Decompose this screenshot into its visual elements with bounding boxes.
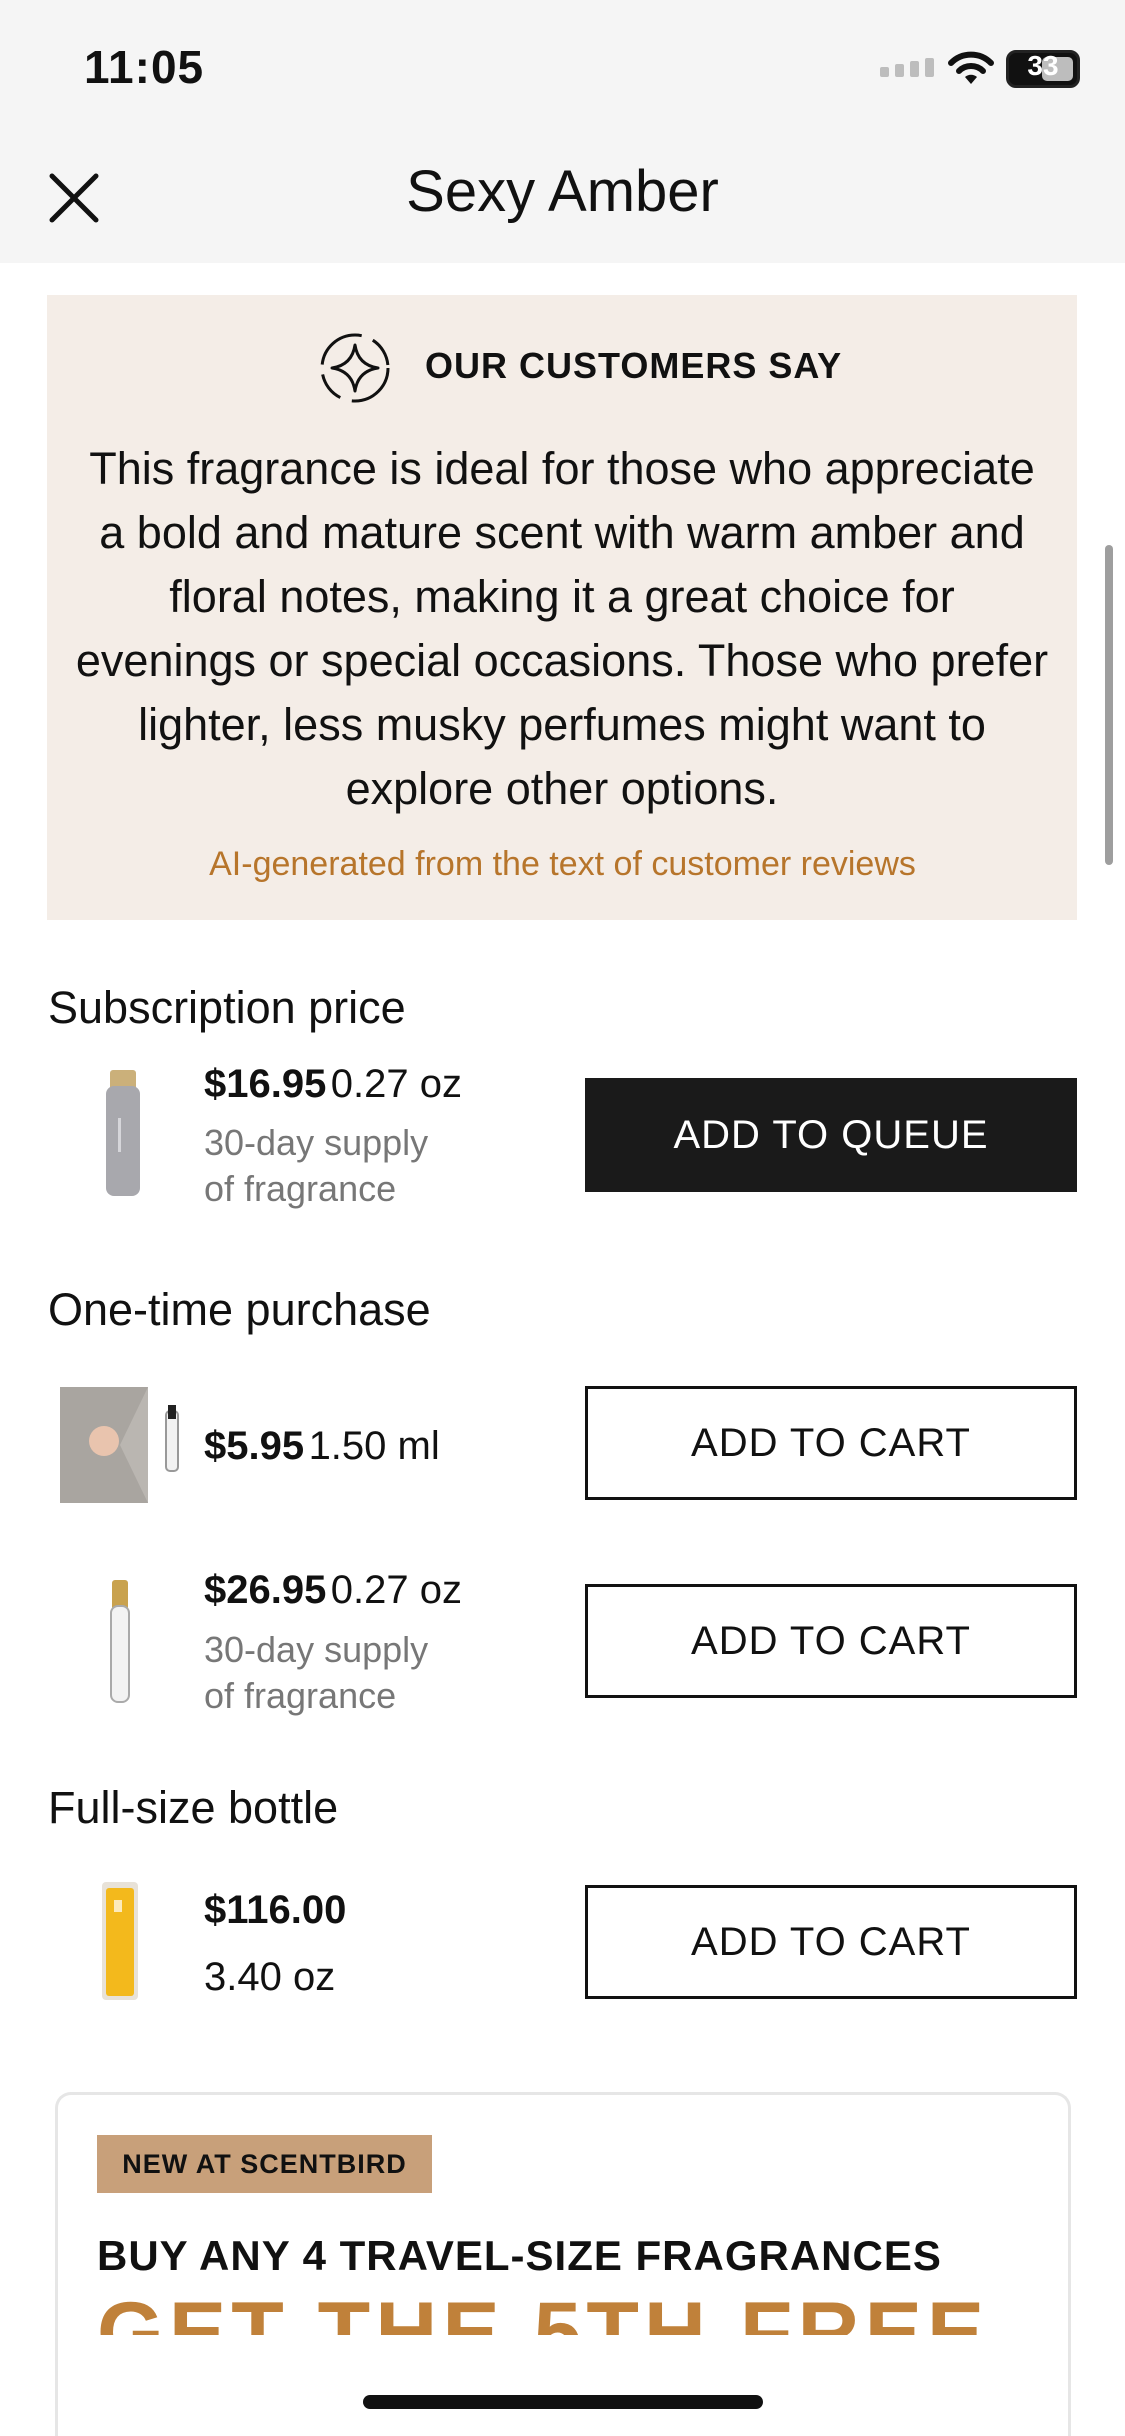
- summary-line: explore other options.: [345, 763, 779, 814]
- add-full-size-to-cart-button[interactable]: ADD TO CART: [585, 1885, 1077, 1999]
- summary-line: lighter, less musky perfumes might want …: [138, 699, 986, 750]
- subscription-vial-image: [106, 1070, 140, 1196]
- subscription-price: $16.95: [204, 1062, 327, 1106]
- wifi-icon: [948, 51, 994, 84]
- promo-subheadline: GET THE 5TH FREE: [97, 2290, 989, 2335]
- sample-card-image: [60, 1387, 179, 1503]
- summary-heading: OUR CUSTOMERS SAY: [425, 345, 843, 386]
- subscription-price-row: $16.95 0.27 oz: [204, 1062, 462, 1107]
- supply-line: 30-day supply: [204, 1122, 429, 1163]
- subscription-label: Subscription price: [48, 982, 406, 1033]
- summary-line: floral notes, making it a great choice f…: [169, 571, 955, 622]
- one-time-purchase-label: One-time purchase: [48, 1284, 431, 1335]
- subscription-supply: 30-day supply of fragrance: [204, 1120, 428, 1212]
- status-time: 11:05: [84, 41, 205, 93]
- promo-headline: BUY ANY 4 TRAVEL-SIZE FRAGRANCES: [97, 2232, 942, 2279]
- supply-line: of fragrance: [204, 1675, 397, 1716]
- summary-line: This fragrance is ideal for those who ap…: [89, 443, 1035, 494]
- full-size-label: Full-size bottle: [48, 1782, 339, 1833]
- travel-price-row: $26.95 0.27 oz: [204, 1568, 462, 1613]
- summary-text: This fragrance is ideal for those who ap…: [62, 437, 1062, 821]
- battery-percent: 33: [1027, 50, 1059, 81]
- sample-price-row: $5.95 1.50 ml: [204, 1424, 440, 1469]
- supply-line: of fragrance: [204, 1168, 397, 1209]
- travel-qty: 0.27 oz: [330, 1568, 463, 1612]
- sample-qty: 1.50 ml: [308, 1424, 440, 1468]
- summary-line: a bold and mature scent with warm amber …: [99, 507, 1025, 558]
- page-title: Sexy Amber: [406, 159, 719, 224]
- travel-supply: 30-day supply of fragrance: [204, 1627, 428, 1719]
- ai-generated-note: AI-generated from the text of customer r…: [209, 845, 916, 883]
- battery-icon: 33: [1006, 50, 1080, 88]
- full-size-qty: 3.40 oz: [204, 1955, 336, 1999]
- add-travel-to-cart-button[interactable]: ADD TO CART: [585, 1584, 1077, 1698]
- travel-price: $26.95: [204, 1568, 327, 1612]
- travel-vial-image: [110, 1580, 130, 1703]
- supply-line: 30-day supply: [204, 1629, 429, 1670]
- promo-badge: NEW AT SCENTBIRD: [97, 2135, 432, 2193]
- add-sample-to-cart-button[interactable]: ADD TO CART: [585, 1386, 1077, 1500]
- full-size-bottle-image: [102, 1882, 138, 2000]
- cellular-signal-icon: [880, 58, 934, 77]
- add-to-queue-button[interactable]: ADD TO QUEUE: [585, 1078, 1077, 1192]
- scrollbar[interactable]: [1105, 545, 1113, 865]
- home-indicator[interactable]: [363, 2395, 763, 2409]
- ai-sparkle-icon: [320, 333, 390, 403]
- summary-line: evenings or special occasions. Those who…: [75, 635, 1049, 686]
- promo-subheadline-clip: GET THE 5TH FREE: [97, 2290, 1057, 2335]
- sample-price: $5.95: [204, 1424, 305, 1468]
- full-size-price: $116.00: [204, 1888, 347, 1932]
- subscription-qty: 0.27 oz: [330, 1062, 463, 1106]
